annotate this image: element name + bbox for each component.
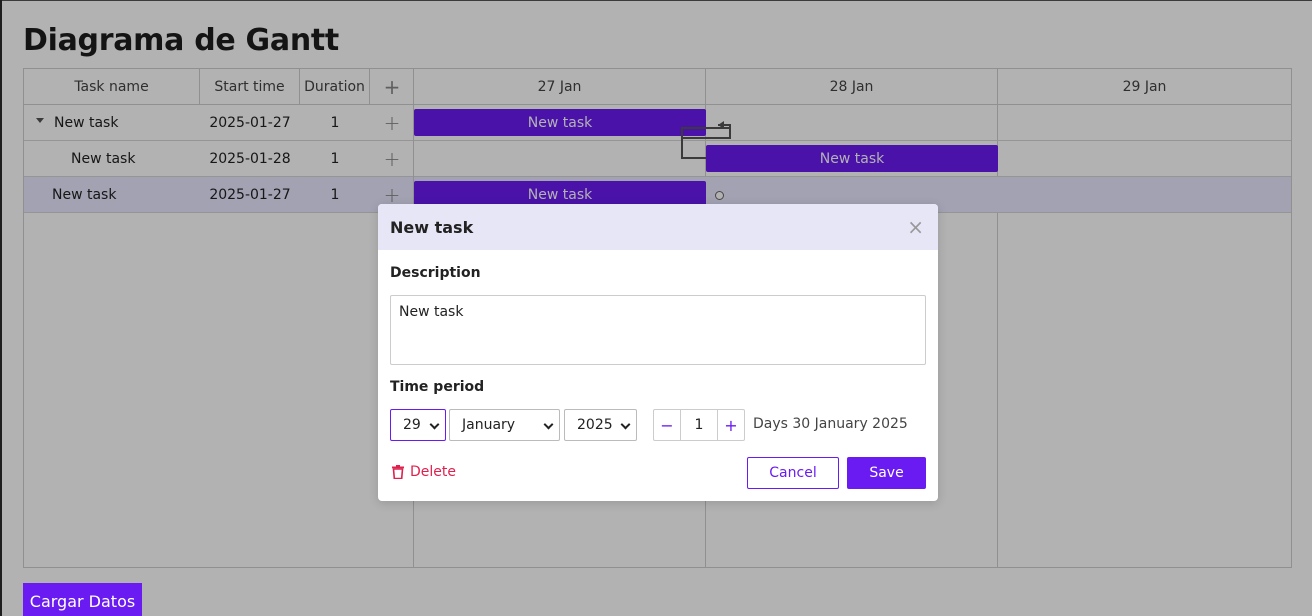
close-icon[interactable]: × [907, 215, 924, 239]
duration-input[interactable]: 1 [680, 410, 718, 440]
month-value: January [462, 417, 516, 433]
duration-stepper: − 1 + [653, 409, 745, 441]
decrease-button[interactable]: − [654, 410, 680, 440]
day-value: 29 [403, 417, 421, 433]
delete-label: Delete [410, 464, 456, 480]
description-label: Description [390, 265, 481, 281]
trash-icon [392, 465, 404, 479]
chevron-down-icon [429, 419, 440, 430]
delete-button[interactable]: Delete [392, 464, 456, 480]
month-select[interactable]: January [449, 409, 560, 441]
year-value: 2025 [577, 417, 613, 433]
year-select[interactable]: 2025 [564, 409, 637, 441]
load-data-button[interactable]: Cargar Datos [23, 583, 142, 616]
dialog-title: New task [390, 218, 474, 237]
time-period-label: Time period [390, 379, 485, 395]
dialog-header: New task × [378, 204, 938, 250]
save-button[interactable]: Save [847, 457, 926, 489]
chevron-down-icon [620, 419, 631, 430]
increase-button[interactable]: + [718, 410, 744, 440]
day-select[interactable]: 29 [390, 409, 446, 441]
end-date-text: Days 30 January 2025 [753, 416, 908, 432]
cancel-button[interactable]: Cancel [747, 457, 839, 489]
description-input[interactable]: New task [390, 295, 926, 365]
task-edit-dialog: New task × Description New task Time per… [378, 204, 938, 501]
chevron-down-icon [543, 419, 554, 430]
